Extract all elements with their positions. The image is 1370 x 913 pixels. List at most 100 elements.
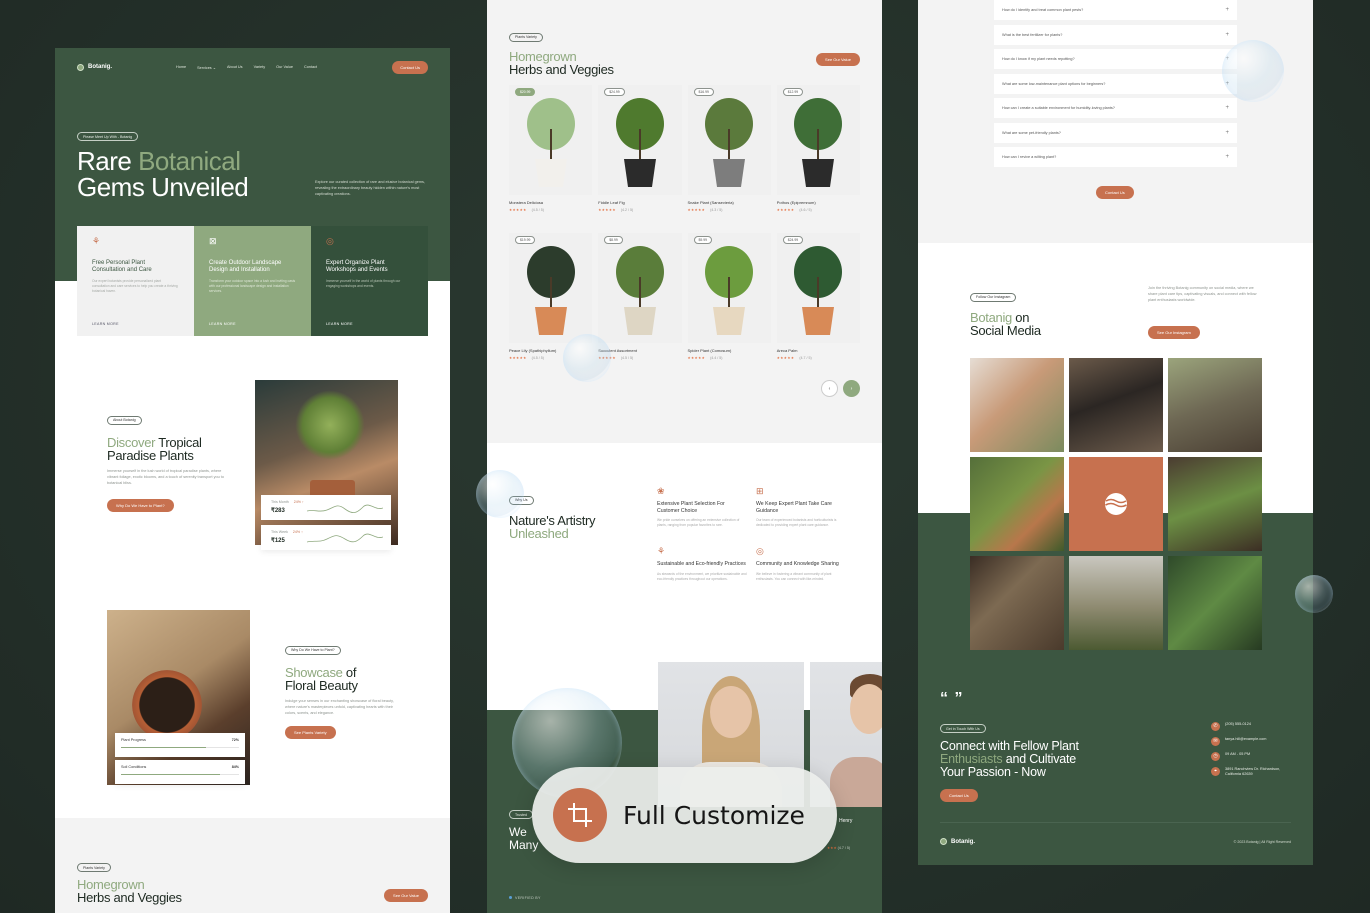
variety-preview-section: Plants Variety Homegrown Herbs and Veggie… (55, 818, 450, 913)
progress-value: 72% (231, 738, 239, 742)
nav-variety[interactable]: Variety (254, 65, 266, 70)
product-card[interactable]: $19.99 Peace Lily (Spathiphyllum) ★★★★★ (4.… (509, 233, 593, 371)
nav-about[interactable]: About Us (227, 65, 243, 70)
learn-more-link[interactable]: LEARN MORE (326, 322, 353, 326)
next-page-button[interactable]: › (843, 380, 860, 397)
plant-illustration (615, 98, 664, 187)
why-plant-button[interactable]: Why Do We Have to Plant? (107, 499, 174, 512)
gallery-photo[interactable] (1168, 556, 1262, 650)
contact-details: ✆ (205) 555-0124 ✉ tanya.hill@example.com ◷ 0… (1211, 722, 1285, 783)
progress-track (121, 774, 239, 775)
product-pager: ‹ › (821, 380, 860, 397)
stat-delta: 24% ↑ (292, 530, 303, 534)
gallery-photo[interactable] (1168, 457, 1262, 551)
feature-title: Sustainable and Eco-friendly Practices (657, 561, 746, 567)
product-card[interactable]: $24.99 Areca Palm ★★★★★ (4.7 / 5) (776, 233, 860, 371)
gallery-photo[interactable] (970, 556, 1064, 650)
contact-text[interactable]: 3891 Ranchview Dr. Richardson, Californi… (1225, 767, 1285, 777)
progress-value: 84% (231, 765, 239, 769)
gallery-photo[interactable] (1168, 358, 1262, 452)
hero-pill: Please Meet Up With - Botanig (77, 132, 139, 141)
faq-contact-button[interactable]: Contact Us (1096, 186, 1134, 199)
gallery-logo-tile[interactable] (1069, 457, 1163, 551)
faq-item[interactable]: How can I create a suitable environment … (994, 98, 1237, 118)
product-rating-value: (4.6 / 5) (799, 208, 812, 212)
product-card[interactable]: $12.99 Pothos (Epipremnum) ★★★★★ (4.6 / 5) (776, 85, 860, 223)
see-plants-variety-button[interactable]: See Plants Variety (285, 726, 336, 739)
logo-icon (940, 838, 947, 845)
brand-globe-icon (1105, 493, 1127, 515)
service-card[interactable]: ⊠ Create Outdoor Landscape Design and In… (194, 226, 311, 336)
testimonial-title-line2: Many (509, 838, 539, 852)
products-title: Homegrown Herbs and Veggies (509, 50, 614, 76)
stat-card: This Month 24% ↑ ₹283 (261, 495, 391, 520)
feature-item: ⚘ Sustainable and Eco-friendly Practices… (657, 546, 748, 582)
product-card[interactable]: $16.99 Snake Plant (Sansevieria) ★★★★★ (4.3… (687, 85, 771, 223)
progress-track (121, 747, 239, 748)
phone-icon: ✆ (1211, 722, 1220, 731)
plant-illustration (526, 98, 575, 187)
gallery-photo[interactable] (970, 457, 1064, 551)
plant-illustration (794, 98, 843, 187)
star-rating-icon: ★★★★★ (598, 208, 616, 212)
hero-title-line2: Gems Unveiled (77, 172, 249, 202)
footer-logo[interactable]: Botanig. (940, 838, 975, 845)
contact-us-button[interactable]: Contact Us (392, 60, 428, 74)
about-title-line2: Paradise Plants (107, 448, 194, 463)
faq-item[interactable]: How do I identify and treat common plant… (994, 0, 1237, 20)
contact-item: ✆ (205) 555-0124 (1211, 722, 1285, 731)
faq-item[interactable]: What are some pet-friendly plants? + (994, 122, 1237, 143)
community-icon: ◎ (756, 546, 764, 556)
brand-logo[interactable]: Botanig. (77, 63, 112, 71)
social-title-line2: Social Media (970, 323, 1041, 338)
see-instagram-button[interactable]: See Our Instagram (1148, 326, 1200, 339)
plus-icon: + (1225, 154, 1229, 160)
contact-text[interactable]: (205) 555-0124 (1225, 722, 1251, 727)
nav-contact[interactable]: Contact (304, 65, 317, 70)
product-name: Peace Lily (Spathiphyllum) (509, 348, 557, 353)
plant-illustration (794, 246, 843, 335)
feature-text: As stewards of the environment, we prior… (657, 571, 747, 581)
nav-home[interactable]: Home (176, 65, 186, 70)
cta-contact-button[interactable]: Contact Us (940, 789, 978, 802)
nav-services[interactable]: Services ⌄ (197, 65, 216, 70)
faq-item[interactable]: What is the best fertilizer for plants? + (994, 24, 1237, 45)
faq-question: What are some low-maintenance plant opti… (1002, 81, 1106, 86)
product-rating-value: (4.5 / 5) (620, 356, 634, 360)
feature-item: ◎ Community and Knowledge Sharing We bel… (756, 546, 847, 582)
stat-delta: 24% ↑ (293, 500, 304, 504)
faq-item[interactable]: How can I revive a wilting plant? + (994, 147, 1237, 167)
social-title: Botanig on Social Media (970, 311, 1041, 337)
products-header: Plants Variety Homegrown Herbs and Veggie… (509, 25, 614, 76)
prev-page-button[interactable]: ‹ (821, 380, 838, 397)
plus-icon: + (1225, 105, 1229, 111)
plant-illustration (615, 246, 664, 335)
product-card[interactable]: $24.99 Fiddle Leaf Fig ★★★★★ (4.2 / 5) (598, 85, 682, 223)
quote-icon: “ ” (940, 690, 964, 707)
service-card[interactable]: ⚘ Free Personal Plant Consultation and C… (77, 226, 194, 336)
faq-item[interactable]: What are some low-maintenance plant opti… (994, 73, 1237, 94)
see-our-value-button[interactable]: See Our Value (816, 53, 860, 66)
service-card-title: Expert Organize Plant Workshops and Even… (326, 260, 388, 273)
full-customize-badge: Full Customize (532, 767, 837, 863)
learn-more-link[interactable]: LEARN MORE (209, 322, 236, 326)
nav-our-value[interactable]: Our Value (276, 65, 293, 70)
product-grid: $20.99 Monstera Deliciosa ★★★★★ (4.5 / 5) $2… (509, 85, 860, 371)
product-card[interactable]: $8.99 Succulent Assortment ★★★★★ (4.5 / 5) (598, 233, 682, 371)
gallery-photo[interactable] (970, 358, 1064, 452)
brand-name: Botanig. (88, 64, 112, 70)
see-our-value-button[interactable]: See Our Value (384, 889, 428, 902)
product-rating-value: (4.2 / 5) (620, 208, 634, 212)
faq-item[interactable]: How do I know if my plant needs repottin… (994, 49, 1237, 69)
service-card[interactable]: ◎ Expert Organize Plant Workshops and Ev… (311, 226, 428, 336)
gallery-photo[interactable] (1069, 358, 1163, 452)
gallery-photo[interactable] (1069, 556, 1163, 650)
star-rating-icon: ★★★★★ (509, 356, 527, 360)
learn-more-link[interactable]: LEARN MORE (92, 322, 119, 326)
plus-icon: + (1225, 31, 1229, 38)
product-card[interactable]: $20.99 Monstera Deliciosa ★★★★★ (4.5 / 5) (509, 85, 593, 223)
contact-text[interactable]: tanya.hill@example.com (1225, 737, 1266, 742)
product-card[interactable]: $9.99 Spider Plant (Comosum) ★★★★★ (4.4 / 5… (687, 233, 771, 371)
contact-text[interactable]: 09 AM - 05 PM (1225, 752, 1250, 757)
product-name: Succulent Assortment (598, 348, 637, 353)
